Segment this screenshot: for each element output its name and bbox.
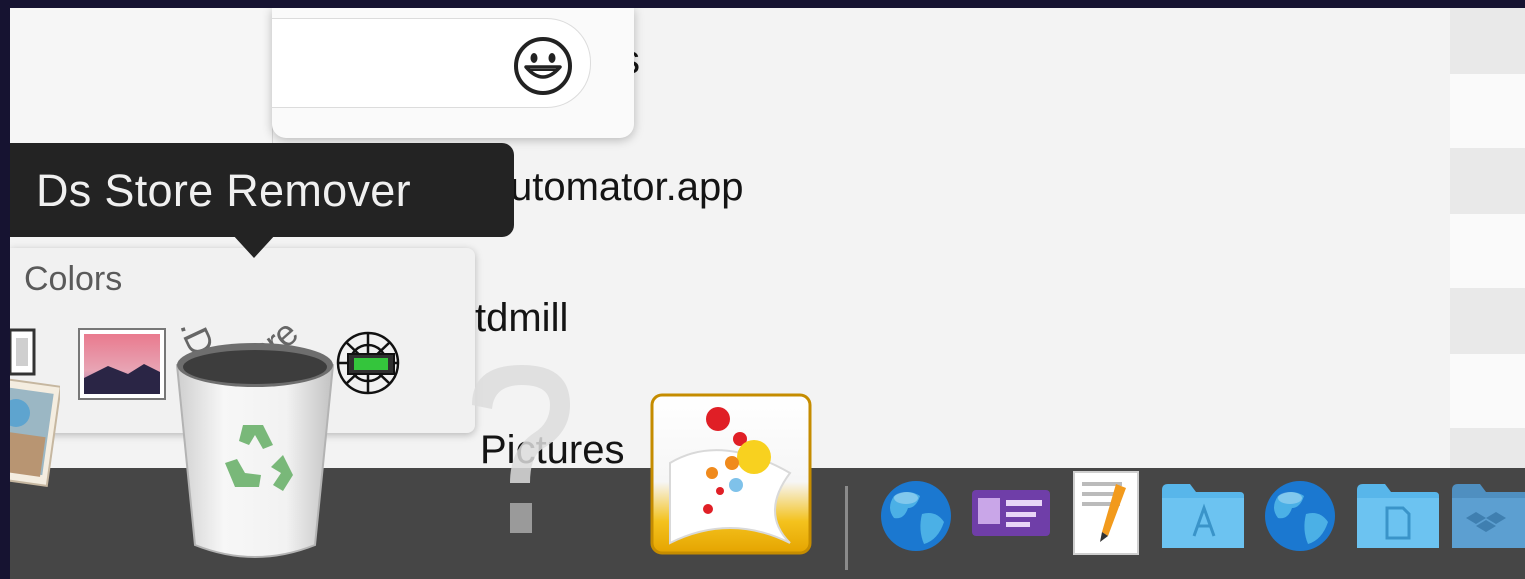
colors-panel-label: Colors — [24, 260, 123, 298]
document-pen-icon[interactable] — [1072, 470, 1140, 556]
paint-splash-app-icon[interactable] — [650, 393, 812, 555]
file-row-treadmill[interactable]: tdmill — [475, 296, 568, 341]
tooltip-text: Ds Store Remover — [36, 165, 411, 216]
vcard-icon[interactable] — [970, 488, 1052, 538]
emoji-text-field[interactable] — [272, 18, 591, 108]
stripe-row — [1450, 288, 1525, 354]
file-row-automator[interactable]: utomator.app — [510, 165, 744, 210]
landscape-image-icon[interactable] — [78, 328, 166, 400]
list-stripes — [1450, 8, 1525, 468]
dock-tooltip: Ds Store Remover — [10, 143, 514, 237]
globe-icon[interactable] — [1262, 478, 1338, 554]
stripe-row — [1450, 428, 1525, 468]
applications-folder-icon[interactable] — [1160, 480, 1246, 552]
document-folder-icon[interactable] — [1355, 480, 1441, 552]
smiley-face-icon[interactable] — [512, 35, 574, 97]
question-mark-icon[interactable] — [458, 353, 588, 543]
dropbox-folder-icon[interactable] — [1450, 480, 1525, 552]
tooltip-arrow — [232, 234, 276, 258]
trash-recycle-icon[interactable] — [165, 333, 345, 563]
screen: s utomator.app tdmill Pictures Colors — [10, 8, 1525, 579]
emoji-popover — [272, 8, 634, 138]
globe-icon[interactable] — [878, 478, 954, 554]
stripe-row — [1450, 148, 1525, 214]
dock-divider — [845, 486, 848, 570]
photo-stack-icon[interactable] — [10, 373, 60, 495]
sidebar-panel — [10, 8, 273, 158]
stripe-row — [1450, 8, 1525, 74]
document-icon[interactable] — [10, 328, 38, 378]
